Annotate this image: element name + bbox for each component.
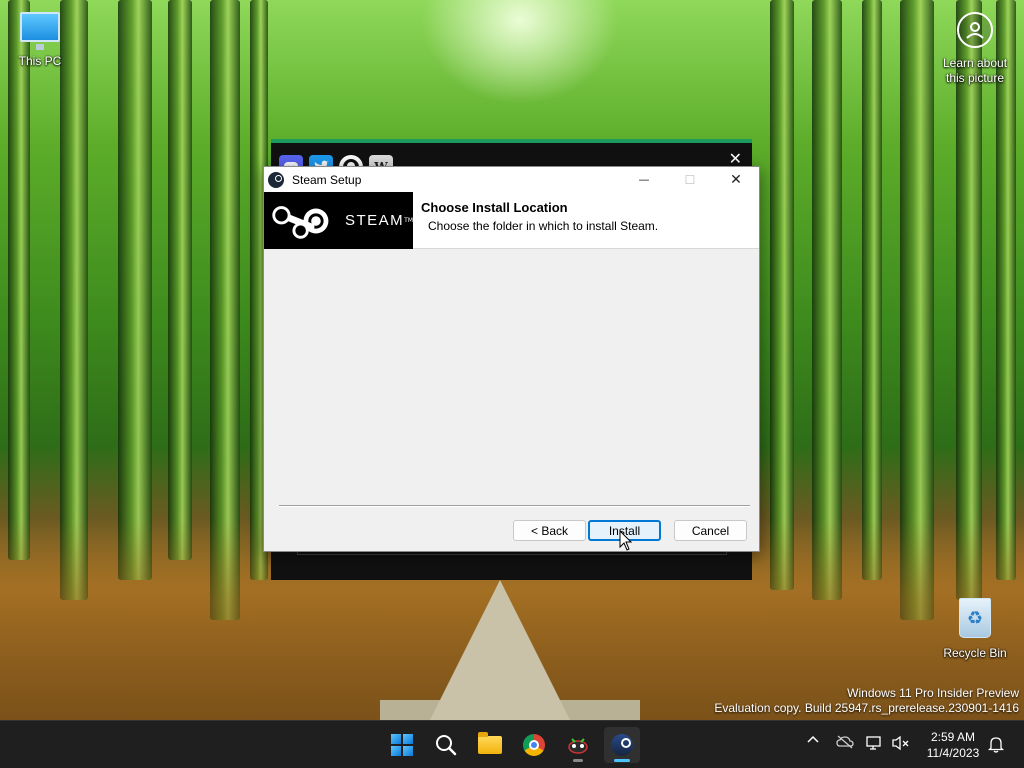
bell-icon	[987, 737, 1005, 753]
chrome-button[interactable]	[516, 727, 552, 763]
dialog-title: Steam Setup	[292, 172, 362, 187]
search-icon	[436, 735, 457, 756]
camera-info-icon	[957, 12, 993, 48]
steam-taskbar-button[interactable]	[604, 727, 640, 763]
page-subtitle: Choose the folder in which to install St…	[428, 219, 659, 233]
bamboo-stalk	[770, 0, 794, 590]
back-button[interactable]: < Back	[513, 520, 586, 541]
close-button[interactable]: ✕	[713, 167, 759, 192]
network-button[interactable]	[866, 735, 884, 755]
show-hidden-icons-button[interactable]	[806, 733, 820, 751]
game-app-icon	[568, 738, 588, 754]
file-explorer-button[interactable]	[472, 727, 508, 763]
cancel-button[interactable]: Cancel	[674, 520, 747, 541]
volume-muted-icon	[892, 735, 909, 751]
dialog-titlebar[interactable]: Steam Setup — ☐ ✕	[264, 167, 759, 192]
volume-button[interactable]	[892, 735, 910, 755]
learn-label-line1: Learn about	[942, 56, 1008, 70]
recycle-bin-icon: ♻	[959, 598, 991, 638]
clock-date: 11/4/2023	[926, 746, 980, 760]
notifications-button[interactable]	[987, 735, 1005, 757]
minimize-icon: —	[638, 173, 650, 186]
dialog-header: STEAM TM Choose Install Location Choose t…	[264, 192, 759, 249]
this-pc-shortcut[interactable]: This PC	[0, 12, 80, 68]
bamboo-stalk	[60, 0, 88, 600]
footer-separator	[279, 505, 750, 507]
active-indicator	[614, 759, 630, 762]
recycle-bin-label: Recycle Bin	[943, 646, 1007, 660]
mouse-cursor-icon	[619, 530, 633, 551]
bamboo-stalk	[996, 0, 1016, 580]
maximize-icon: ☐	[684, 172, 696, 187]
steam-setup-dialog[interactable]: Steam Setup — ☐ ✕ STEAM TM Choose Install…	[263, 166, 760, 552]
bamboo-stalk	[8, 0, 30, 560]
trademark: TM	[404, 217, 413, 224]
steam-logo: STEAM TM	[264, 192, 413, 249]
stone-path	[430, 580, 570, 720]
bamboo-stalk	[812, 0, 842, 600]
watermark-line1: Windows 11 Pro Insider Preview	[847, 686, 1019, 700]
close-icon: ✕	[730, 171, 742, 188]
this-pc-label: This PC	[18, 54, 62, 68]
cloud-off-icon	[836, 735, 854, 749]
search-button[interactable]	[428, 727, 464, 763]
bamboo-stalk	[118, 0, 152, 580]
page-title: Choose Install Location	[421, 200, 568, 215]
windows-logo-icon	[391, 734, 413, 756]
chevron-up-icon	[807, 735, 819, 743]
minimize-button[interactable]: —	[621, 167, 667, 192]
start-button[interactable]	[384, 727, 420, 763]
windows-watermark: Windows 11 Pro Insider Preview Evaluatio…	[714, 686, 1019, 716]
steam-app-icon	[268, 171, 284, 188]
recycle-bin-shortcut[interactable]: ♻ Recycle Bin	[935, 598, 1015, 660]
bamboo-stalk	[956, 0, 982, 600]
steam-icon	[611, 734, 633, 756]
steam-wordmark: STEAM	[344, 212, 405, 229]
network-icon	[866, 736, 881, 750]
steam-logo-icon	[272, 205, 329, 239]
onedrive-button[interactable]	[836, 735, 854, 753]
folder-icon	[478, 732, 502, 754]
learn-about-picture-shortcut[interactable]: Learn about this picture	[935, 12, 1015, 86]
clock-button[interactable]: 2:59 AM 11/4/2023	[922, 729, 984, 761]
running-indicator	[573, 759, 583, 762]
clock-time: 2:59 AM	[930, 730, 976, 744]
learn-label-line2: this picture	[945, 71, 1005, 85]
maximize-button: ☐	[667, 167, 713, 192]
bamboo-stalk	[168, 0, 192, 560]
person-icon	[966, 22, 984, 39]
watermark-line2: Evaluation copy. Build 25947.rs_prerelea…	[714, 701, 1019, 715]
bamboo-stalk	[862, 0, 882, 580]
game-app-button[interactable]	[560, 727, 596, 763]
taskbar: 2:59 AM 11/4/2023	[0, 720, 1024, 768]
chrome-icon	[523, 734, 545, 756]
monitor-icon	[20, 12, 60, 50]
